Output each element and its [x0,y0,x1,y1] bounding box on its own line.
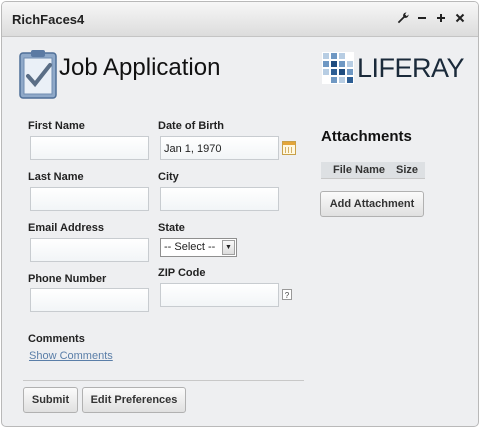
first-name-label: First Name [28,120,85,132]
last-name-label: Last Name [28,171,84,183]
chevron-down-icon[interactable]: ▼ [222,240,235,255]
city-label: City [158,171,179,183]
page-title: Job Application [59,54,221,81]
liferay-logo-mark [322,52,354,84]
portlet-tools [396,9,466,27]
clipboard-check-icon [19,50,57,99]
column-file-name: File Name [333,164,385,176]
divider [23,380,304,381]
portlet-window: RichFaces4 Job Application LIFERAY First… [1,1,479,427]
dob-field[interactable]: Jan 1, 1970 [160,136,279,160]
wrench-icon[interactable] [396,9,409,27]
zip-label: ZIP Code [158,267,206,279]
comments-label: Comments [28,333,85,345]
liferay-logo: LIFERAY [322,52,465,84]
help-icon[interactable]: ? [282,289,292,300]
zip-field[interactable] [160,283,279,307]
attachments-table-header: File Name Size [321,162,425,179]
portlet-title: RichFaces4 [12,12,85,27]
maximize-icon[interactable] [434,9,447,27]
portlet-titlebar: RichFaces4 [2,2,478,37]
close-icon[interactable] [453,9,466,27]
edit-preferences-button[interactable]: Edit Preferences [82,387,186,413]
state-label: State [158,222,185,234]
phone-label: Phone Number [28,273,107,285]
attachments-title: Attachments [321,128,412,145]
state-select-value: -- Select -- [164,241,216,253]
show-comments-link[interactable]: Show Comments [29,350,113,362]
logo-text: LIFERAY [357,52,465,83]
column-size: Size [396,164,419,176]
add-attachment-button[interactable]: Add Attachment [320,191,424,217]
first-name-field[interactable] [30,136,149,160]
calendar-icon[interactable] [282,141,296,155]
last-name-field[interactable] [30,187,149,211]
email-label: Email Address [28,222,105,234]
minimize-icon[interactable] [415,9,428,27]
email-field[interactable] [30,238,149,262]
submit-button[interactable]: Submit [23,387,78,413]
state-select[interactable]: -- Select -- ▼ [160,238,237,257]
city-field[interactable] [160,187,279,211]
dob-label: Date of Birth [158,120,224,132]
phone-field[interactable] [30,288,149,312]
